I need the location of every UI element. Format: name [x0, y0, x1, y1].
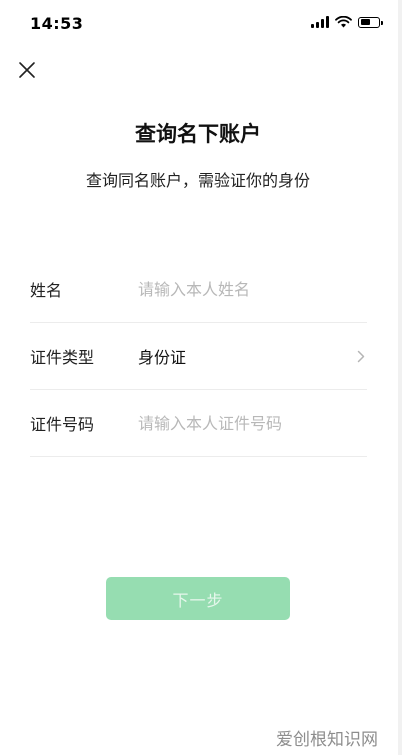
status-time: 14:53 [30, 14, 84, 33]
id-number-label: 证件号码 [30, 415, 95, 434]
page-title: 查询名下账户 [135, 122, 261, 146]
watermark: 爱创根知识网 [276, 730, 378, 750]
id-type-value: 身份证 [138, 348, 187, 367]
page-subtitle: 查询同名账户，需验证你的身份 [85, 171, 310, 190]
name-row: 姓名 [30, 256, 367, 323]
id-number-row: 证件号码 [30, 390, 367, 457]
next-step-button[interactable]: 下一步 [106, 577, 290, 620]
wifi-icon [335, 16, 352, 28]
id-type-label: 证件类型 [30, 348, 95, 367]
name-input[interactable] [138, 279, 367, 299]
close-icon [19, 62, 35, 78]
battery-icon [358, 16, 383, 28]
chevron-right-icon [355, 347, 367, 365]
id-type-row[interactable]: 证件类型 身份证 [30, 323, 367, 390]
name-label: 姓名 [30, 281, 63, 300]
status-icons [311, 16, 383, 28]
id-number-input[interactable] [138, 413, 367, 433]
identity-form: 姓名 证件类型 身份证 证件号码 [30, 256, 367, 457]
status-bar: 14:53 [0, 0, 402, 48]
right-edge-strip [398, 0, 402, 755]
cellular-signal-icon [311, 16, 329, 28]
close-button[interactable] [14, 57, 40, 83]
